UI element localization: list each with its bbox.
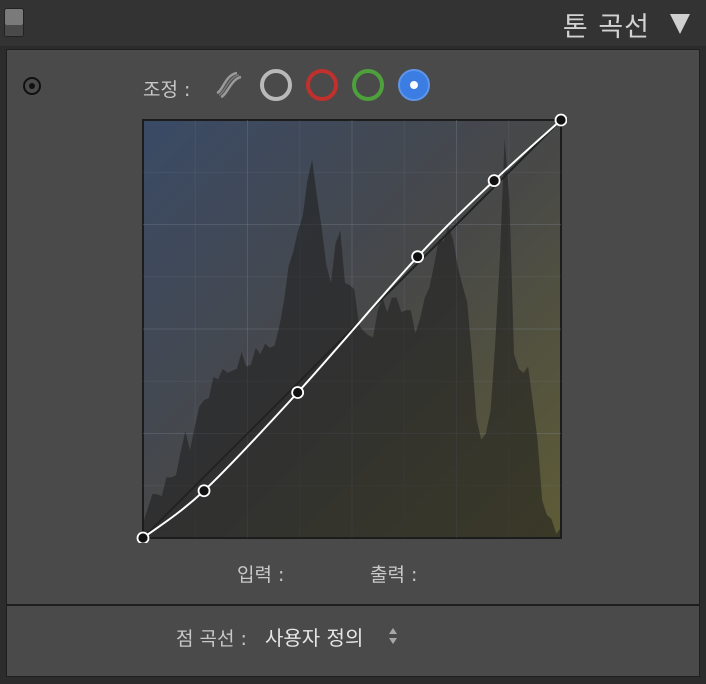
target-adjustment-icon[interactable] [23,77,41,95]
output-label: 출력 : [370,564,418,586]
curve-control-point[interactable] [136,531,150,544]
parametric-curve-icon [215,71,243,99]
curve-control-point[interactable] [411,250,425,264]
tone-curve-panel: 조정 : 입력: 출력: 점 곡선: 사용자 정의 [6,49,700,677]
point-curve-select[interactable]: 사용자 정의 [265,622,363,651]
rgb-channel-button[interactable] [260,69,292,101]
point-curve-label: 점 곡선 : [176,628,247,650]
adjust-label: 조정 : [143,79,191,101]
input-label: 입력 : [237,564,285,586]
curve-control-point[interactable] [554,113,567,127]
curve-control-point[interactable] [197,484,211,498]
blue-channel-button[interactable] [398,69,430,101]
divider [7,604,699,606]
panel-header: 톤 곡선 [0,0,706,46]
tone-curve-editor[interactable] [135,113,567,543]
green-channel-button[interactable] [352,69,384,101]
panel-toggle-switch[interactable] [5,9,23,36]
curve-control-point[interactable] [291,386,305,399]
red-channel-button[interactable] [306,69,338,101]
collapse-triangle-icon[interactable] [670,14,690,34]
parametric-curve-button[interactable] [213,69,245,101]
curve-control-point[interactable] [487,174,501,188]
tone-curve-window: 톤 곡선 조정 : 입력: 출력: 점 곡선: 사용자 정의 [0,0,706,684]
select-updown-icon[interactable] [388,627,398,645]
panel-title: 톤 곡선 [562,12,650,43]
